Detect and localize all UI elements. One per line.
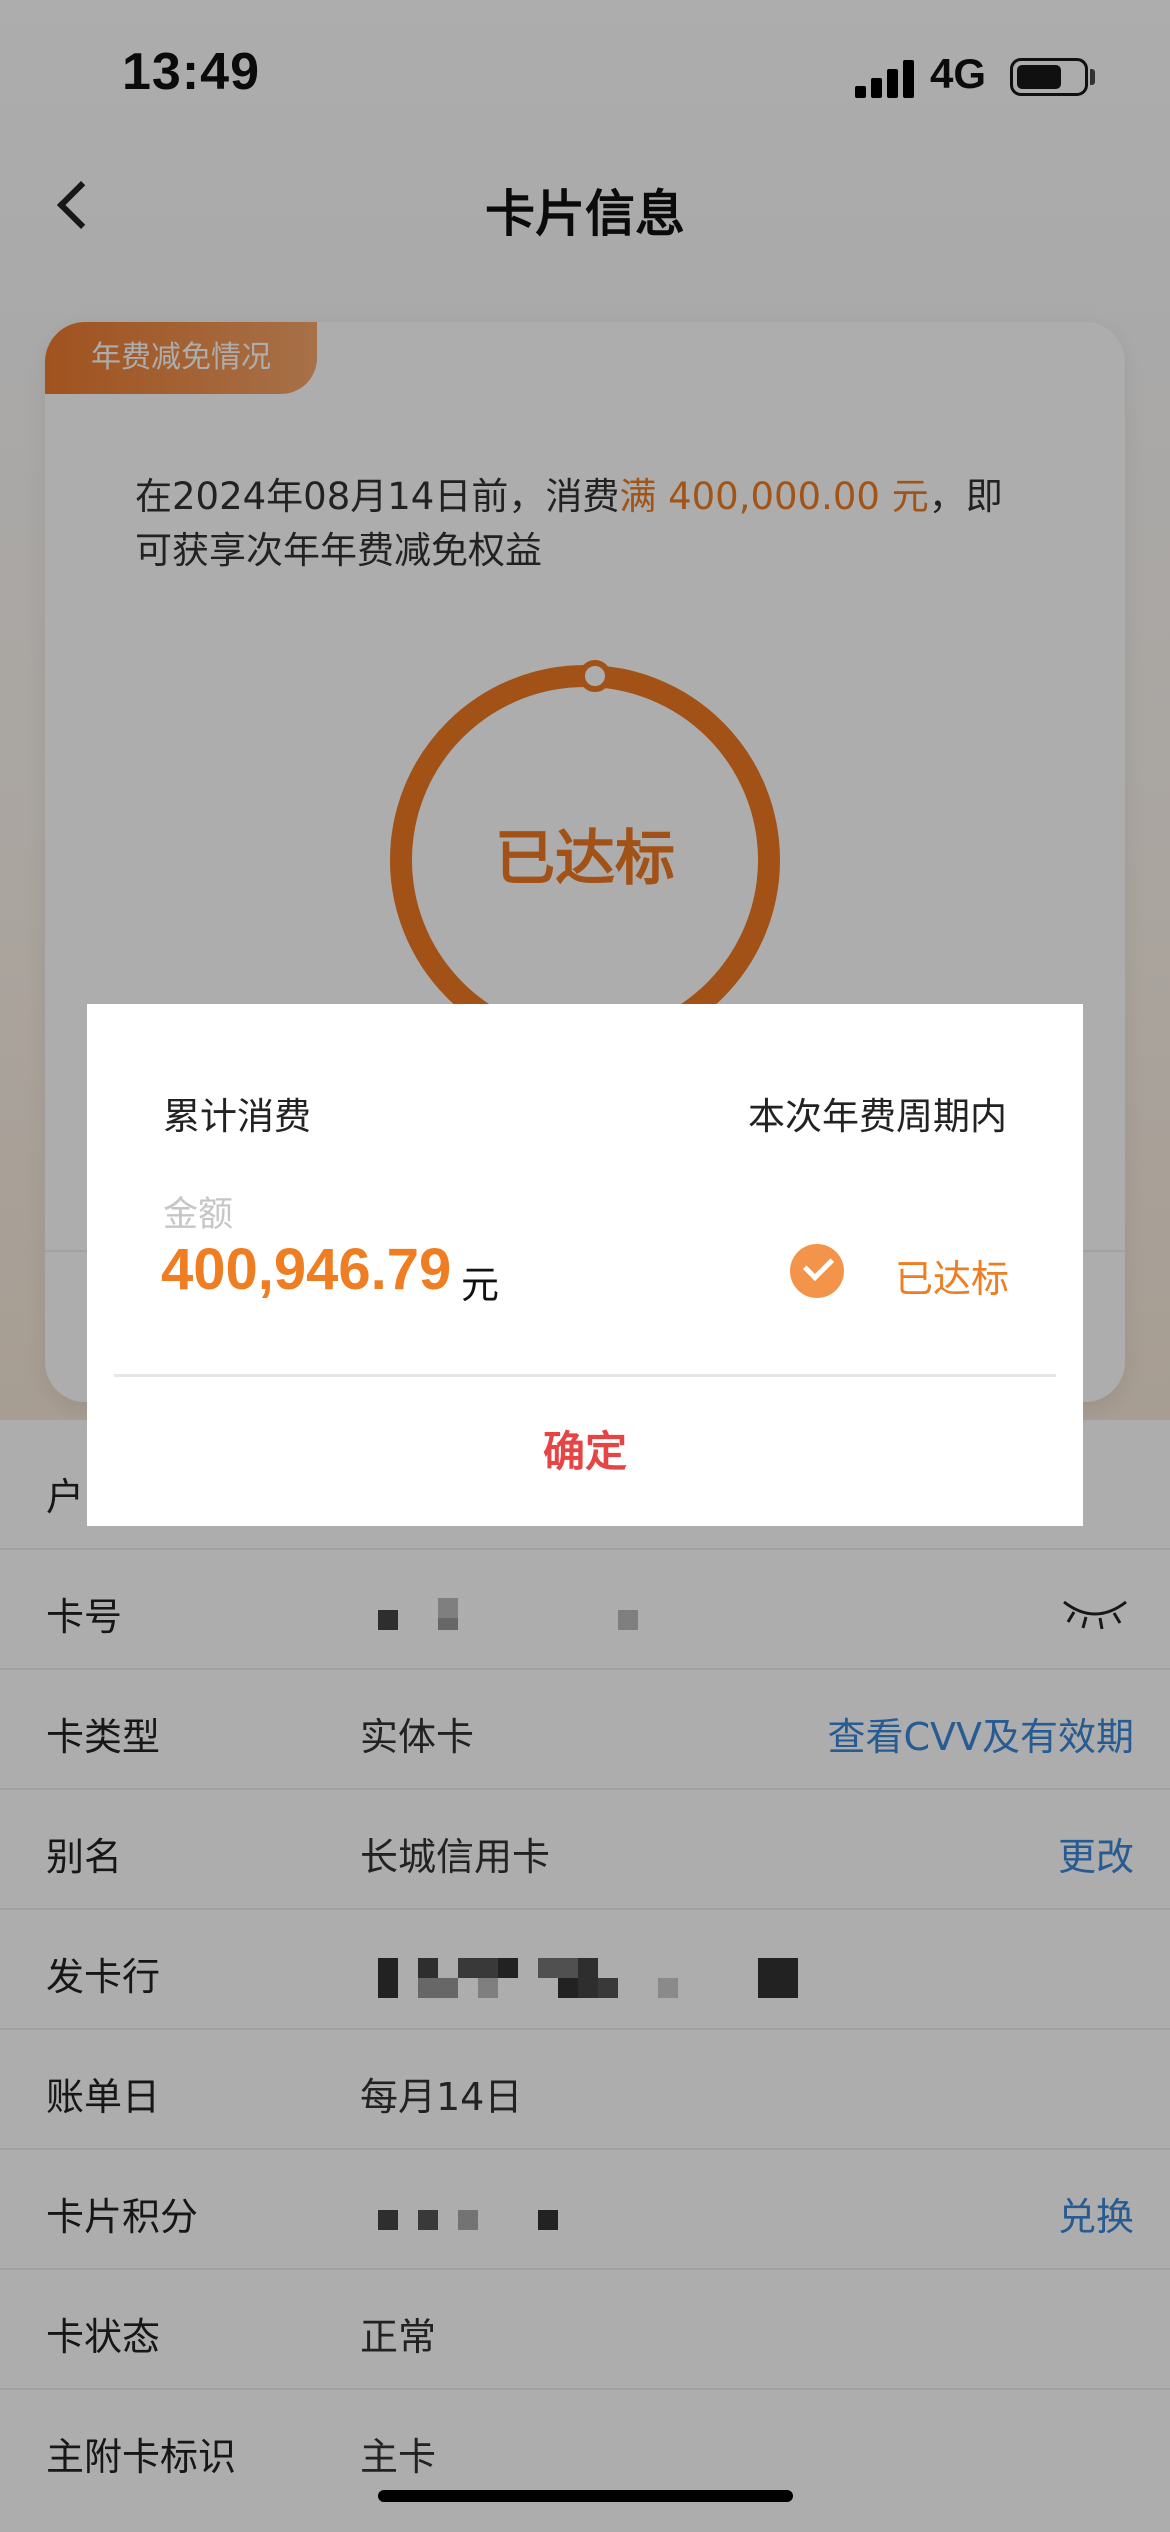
- home-indicator: [378, 2490, 793, 2502]
- cumulative-spend-title: 累计消费: [163, 1095, 311, 1138]
- check-circle-icon: [790, 1244, 844, 1298]
- amount-label: 金额: [163, 1195, 234, 1235]
- status-text: 已达标: [894, 1257, 1009, 1301]
- fee-cycle-title: 本次年费周期内: [748, 1095, 1007, 1138]
- amount-unit: 元: [461, 1263, 500, 1307]
- confirm-button[interactable]: 确定: [87, 1377, 1083, 1526]
- amount-value: 400,946.79: [161, 1237, 452, 1302]
- spending-dialog: 累计消费 本次年费周期内 金额 400,946.79 元 已达标 确定: [87, 1004, 1083, 1526]
